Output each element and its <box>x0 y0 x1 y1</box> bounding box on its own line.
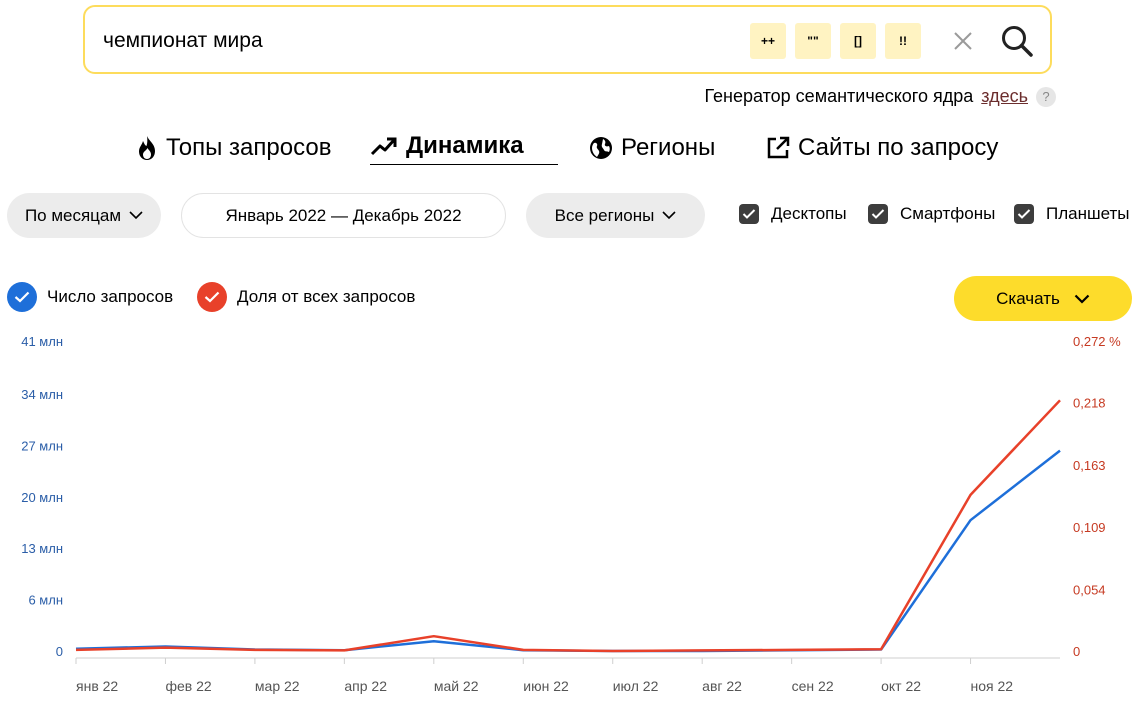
tab-label: Регионы <box>621 134 716 161</box>
close-icon[interactable] <box>951 29 975 53</box>
legend-share[interactable]: Доля от всех запросов <box>197 282 415 312</box>
x-tick-label: окт 22 <box>881 678 921 694</box>
device-tablet[interactable]: Планшеты <box>1014 204 1130 224</box>
search-icon[interactable] <box>1000 24 1034 58</box>
checkbox-checked-icon[interactable] <box>868 204 888 224</box>
x-tick-label: мар 22 <box>255 678 300 694</box>
tab-label: Топы запросов <box>166 134 332 161</box>
x-tick-label: ноя 22 <box>971 678 1014 694</box>
x-tick-label: июл 22 <box>613 678 659 694</box>
right-axis-tick-label: 0,163 <box>1073 458 1106 473</box>
x-tick-label: апр 22 <box>344 678 387 694</box>
legend-label: Число запросов <box>47 287 174 306</box>
left-axis-tick-label: 34 млн <box>21 387 63 402</box>
tab-dynamics[interactable]: Динамика <box>370 128 558 165</box>
tab-top-queries[interactable]: Топы запросов <box>136 128 331 168</box>
left-axis-tick-label: 13 млн <box>21 541 63 556</box>
regions-label: Все регионы <box>554 205 655 225</box>
right-axis-tick-label: 0,272 % <box>1073 334 1121 349</box>
x-tick-label: янв 22 <box>76 678 118 694</box>
legend-label: Доля от всех запросов <box>237 287 416 306</box>
device-label: Планшеты <box>1046 204 1130 223</box>
device-label: Десктопы <box>771 204 847 223</box>
semantic-generator-text: Генератор семантического ядра <box>704 86 974 106</box>
tab-regions[interactable]: Регионы <box>589 128 715 168</box>
period-group-label: По месяцам <box>24 205 122 225</box>
left-axis-tick-label: 41 млн <box>21 334 63 349</box>
chevron-down-icon <box>129 211 143 220</box>
right-axis-tick-label: 0 <box>1073 644 1080 659</box>
search-input[interactable]: чемпионат мира <box>103 29 263 53</box>
x-tick-label: июн 22 <box>523 678 569 694</box>
x-tick-label: авг 22 <box>702 678 742 694</box>
left-axis-tick-label: 6 млн <box>28 593 63 608</box>
semantic-generator-link[interactable]: здесь <box>981 86 1028 107</box>
checkbox-checked-icon[interactable] <box>739 204 759 224</box>
right-axis-tick-label: 0,218 <box>1073 396 1106 411</box>
date-range-label: Январь 2022 — Декабрь 2022 <box>225 205 462 225</box>
download-label: Скачать <box>996 288 1060 308</box>
share-series-line <box>75 399 1061 653</box>
tab-label: Динамика <box>406 132 524 159</box>
left-axis-tick-label: 20 млн <box>21 490 63 505</box>
tabs: Топы запросов Динамика Регионы Сайты по … <box>0 128 1139 172</box>
left-axis-tick-label: 27 млн <box>21 438 63 453</box>
device-label: Смартфоны <box>900 204 996 223</box>
globe-icon <box>590 137 612 159</box>
trend-up-icon <box>370 137 397 156</box>
operator-brackets-button[interactable]: [] <box>840 23 876 59</box>
date-range-picker[interactable]: Январь 2022 — Декабрь 2022 <box>181 193 506 238</box>
tab-sites[interactable]: Сайты по запросу <box>766 128 998 168</box>
download-button[interactable]: Скачать <box>954 276 1132 321</box>
semantic-generator-row: Генератор семантического ядра здесь ? <box>704 86 1056 107</box>
device-desktop[interactable]: Десктопы <box>739 204 847 224</box>
external-link-icon <box>767 136 790 159</box>
tab-label: Сайты по запросу <box>798 134 999 161</box>
left-axis-tick-label: 0 <box>56 644 63 659</box>
check-circle-icon[interactable] <box>197 282 227 312</box>
search-box[interactable]: чемпионат мира ++ "" [] !! <box>83 5 1052 74</box>
flame-icon <box>139 136 155 160</box>
regions-select[interactable]: Все регионы <box>526 193 705 238</box>
x-tick-label: фев 22 <box>165 678 211 694</box>
check-circle-icon[interactable] <box>7 282 37 312</box>
chevron-down-icon <box>662 211 676 220</box>
operator-plus-button[interactable]: ++ <box>750 23 786 59</box>
period-group-select[interactable]: По месяцам <box>7 193 161 238</box>
help-icon[interactable]: ? <box>1036 86 1056 107</box>
right-axis-tick-label: 0,054 <box>1073 582 1106 597</box>
right-axis-tick-label: 0,109 <box>1073 520 1106 535</box>
x-tick-label: май 22 <box>434 678 479 694</box>
chevron-down-icon <box>1074 294 1090 304</box>
legend-queries[interactable]: Число запросов <box>7 282 173 312</box>
queries-series-line <box>75 449 1061 653</box>
checkbox-checked-icon[interactable] <box>1014 204 1034 224</box>
dynamics-chart: янв 22 фев 22 мар 22 апр 22 май 22 июн 22 июл … <box>21 334 1121 694</box>
operator-exclaim-button[interactable]: !! <box>885 23 921 59</box>
device-smartphone[interactable]: Смартфоны <box>868 204 995 224</box>
operator-quotes-button[interactable]: "" <box>795 23 831 59</box>
x-tick-label: сен 22 <box>792 678 834 694</box>
